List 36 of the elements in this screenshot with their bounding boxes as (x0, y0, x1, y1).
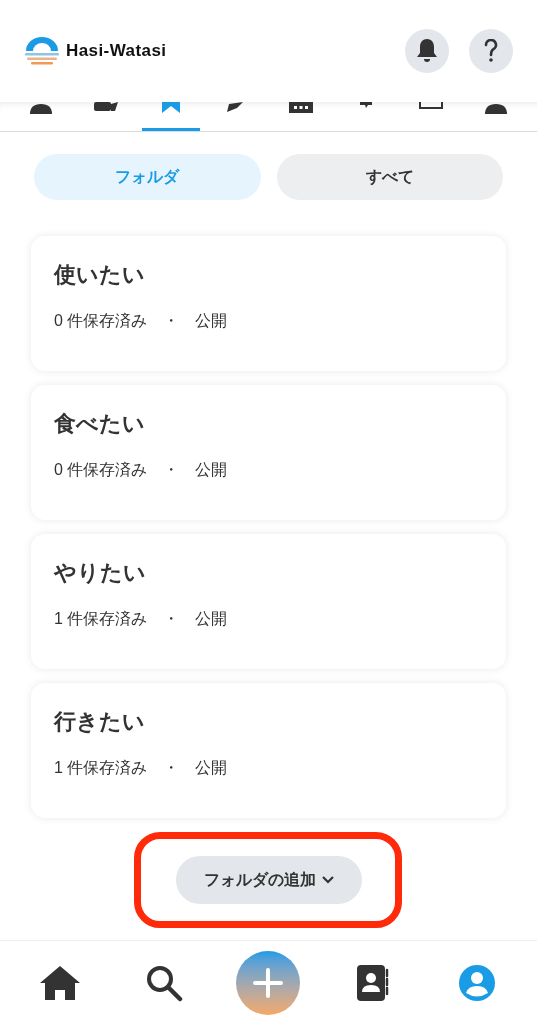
home-icon (39, 963, 82, 1002)
folder-name: やりたい (54, 559, 147, 587)
folder-name: 行きたい (54, 708, 146, 736)
separator-dot: ・ (163, 311, 180, 331)
folder-card[interactable]: 食べたい 0 件保存済み ・ 公開 (31, 385, 506, 520)
contacts-icon (354, 963, 391, 1002)
visibility-label: 公開 (195, 758, 228, 778)
saved-count: 1 件保存済み (54, 609, 148, 629)
folder-name: 食べたい (54, 410, 146, 438)
separator-dot: ・ (163, 460, 180, 480)
question-icon (484, 39, 498, 63)
logo-icon (24, 36, 60, 66)
chevron-down-icon (321, 876, 334, 884)
search-icon (145, 963, 184, 1002)
folder-card[interactable]: 使いたい 0 件保存済み ・ 公開 (31, 236, 506, 371)
plus-icon (253, 967, 284, 998)
add-folder-button[interactable]: フォルダの追加 (175, 856, 362, 904)
visibility-label: 公開 (195, 609, 228, 629)
filter-toggle[interactable]: すべて (276, 154, 503, 200)
saved-count: 1 件保存済み (54, 758, 148, 778)
visibility-label: 公開 (195, 460, 228, 480)
bell-icon (415, 38, 439, 64)
calendar-icon (288, 102, 315, 114)
help-button[interactable] (469, 29, 513, 73)
folder-card[interactable]: 行きたい 1 件保存済み ・ 公開 (31, 683, 506, 818)
separator-dot: ・ (163, 758, 180, 778)
folder-name: 使いたい (54, 261, 146, 289)
visibility-label: 公開 (195, 311, 228, 331)
notifications-button[interactable] (405, 29, 449, 73)
folder-card[interactable]: やりたい 1 件保存済み ・ 公開 (31, 534, 506, 669)
brand-name: Hasi-Watasi (66, 40, 167, 63)
profile-icon (457, 963, 496, 1002)
saved-count: 0 件保存済み (54, 460, 148, 480)
saved-count: 0 件保存済み (54, 311, 148, 331)
separator-dot: ・ (163, 609, 180, 629)
video-icon (92, 102, 119, 114)
